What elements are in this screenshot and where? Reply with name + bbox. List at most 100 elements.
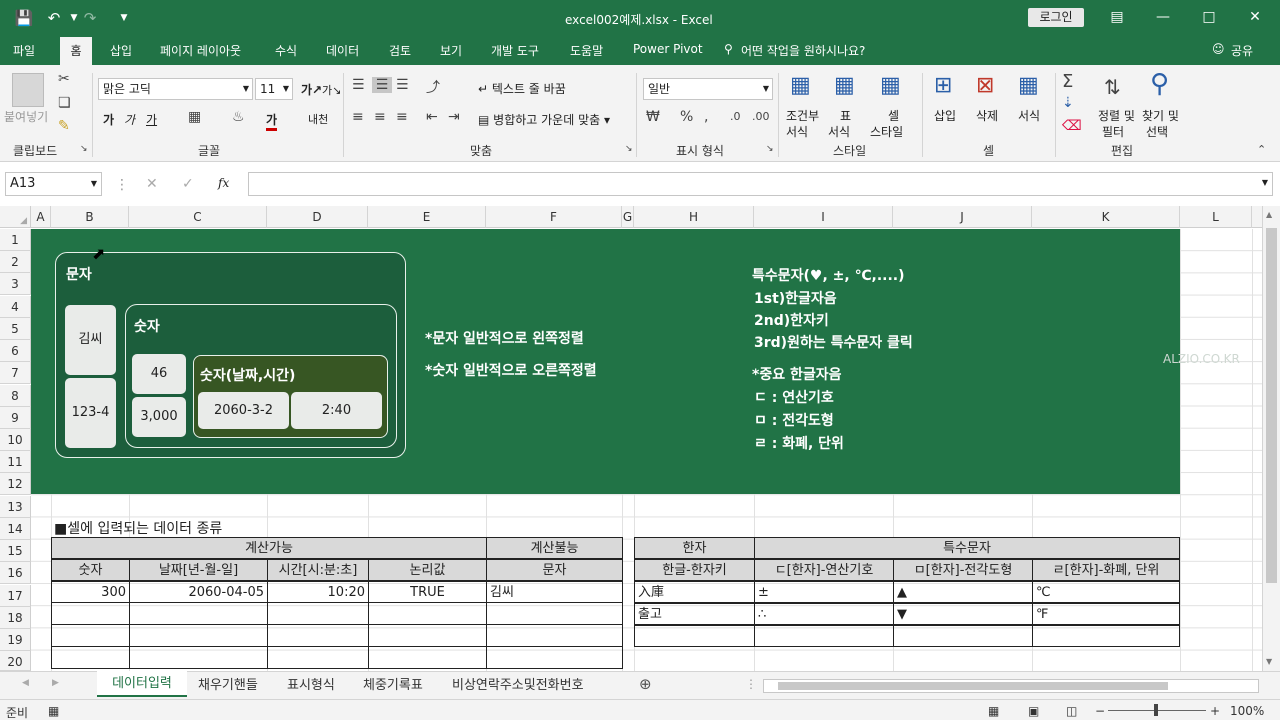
column-header[interactable]: L — [1180, 206, 1252, 228]
row-header[interactable]: 3 — [0, 273, 31, 295]
align-middle-icon[interactable]: ☰ — [372, 77, 392, 93]
tab-file[interactable]: 파일 — [13, 42, 35, 59]
page-layout-icon[interactable]: ▣ — [1028, 704, 1039, 718]
clear-icon[interactable]: ⌫ — [1062, 118, 1082, 134]
scroll-down-icon[interactable]: ▼ — [1266, 657, 1272, 666]
tell-me-search[interactable]: 어떤 작업을 원하시나요? — [741, 42, 865, 59]
table-cell[interactable]: ▲ — [893, 581, 1033, 603]
font-color-icon[interactable]: 가 — [266, 111, 278, 131]
row-header[interactable]: 2 — [0, 251, 31, 273]
row-header[interactable]: 12 — [0, 473, 31, 495]
redo-icon[interactable]: ↷ — [80, 9, 100, 27]
copy-icon[interactable]: ❏ — [58, 95, 71, 111]
ribbon-display-icon[interactable]: ▤ — [1102, 9, 1132, 25]
align-left-icon[interactable]: ≡ — [352, 109, 364, 125]
minimize-button[interactable]: — — [1148, 9, 1178, 25]
find-select-button[interactable]: 찾기 및 — [1142, 107, 1179, 124]
dialog-launcher-icon[interactable]: ↘ — [766, 144, 774, 154]
tab-page-layout[interactable]: 페이지 레이아웃 — [160, 42, 241, 59]
column-header[interactable]: C — [129, 206, 267, 228]
column-header[interactable]: K — [1032, 206, 1180, 228]
table-cell[interactable]: ∴ — [754, 603, 894, 625]
login-button[interactable]: 로그인 — [1028, 8, 1084, 27]
tab-formulas[interactable]: 수식 — [275, 42, 297, 59]
percent-icon[interactable]: % — [680, 109, 693, 125]
prev-sheet-icon[interactable]: ◀ — [22, 678, 29, 688]
paste-icon[interactable] — [12, 73, 44, 107]
format-as-table-button[interactable]: 표 — [840, 107, 851, 124]
comma-icon[interactable]: , — [704, 109, 708, 125]
column-header[interactable]: E — [368, 206, 486, 228]
row-header[interactable]: 5 — [0, 318, 31, 340]
merge-center-button[interactable]: ▤ 병합하고 가운데 맞춤 ▾ — [478, 111, 610, 128]
next-sheet-icon[interactable]: ▶ — [52, 678, 59, 688]
close-button[interactable]: ✕ — [1240, 9, 1270, 25]
scroll-up-icon[interactable]: ▲ — [1266, 210, 1272, 219]
tab-home[interactable]: 홈 — [60, 37, 92, 65]
macro-record-icon[interactable]: ▦ — [48, 704, 59, 718]
column-header[interactable]: D — [267, 206, 368, 228]
tab-insert[interactable]: 삽입 — [110, 42, 132, 59]
column-header[interactable]: A — [31, 206, 51, 228]
fill-color-icon[interactable]: ♨ — [232, 109, 245, 125]
table-cell[interactable]: ℉ — [1032, 603, 1180, 625]
share-button[interactable]: 공유 — [1231, 42, 1253, 59]
dialog-launcher-icon[interactable]: ↘ — [80, 144, 88, 154]
tab-power-pivot[interactable]: Power Pivot — [633, 42, 703, 56]
row-header[interactable]: 14 — [0, 518, 31, 540]
table-empty-rows[interactable] — [51, 603, 623, 669]
zoom-level[interactable]: 100% — [1230, 704, 1264, 718]
tab-data[interactable]: 데이터 — [326, 42, 359, 59]
row-header[interactable]: 6 — [0, 340, 31, 362]
table-cell[interactable] — [893, 625, 1033, 647]
zoom-in-icon[interactable]: + — [1210, 704, 1220, 718]
wrap-text-button[interactable]: ↵ 텍스트 줄 바꿈 — [478, 80, 566, 97]
table-cell[interactable]: 2060-04-05 — [129, 581, 268, 603]
format-cells-button[interactable]: 서식 — [1018, 107, 1040, 124]
align-bottom-icon[interactable]: ☰ — [396, 77, 409, 93]
dialog-launcher-icon[interactable]: ↘ — [625, 144, 633, 154]
cancel-icon[interactable]: ✕ — [146, 176, 158, 192]
row-header[interactable]: 16 — [0, 562, 31, 584]
format-painter-icon[interactable]: ✎ — [58, 118, 70, 134]
zoom-slider-thumb[interactable] — [1154, 704, 1158, 716]
row-header[interactable]: 20 — [0, 651, 31, 671]
font-size-select[interactable]: 11 ▼ — [255, 78, 293, 100]
column-header[interactable]: B — [51, 206, 129, 228]
table-cell[interactable]: 김씨 — [486, 581, 623, 603]
normal-view-icon[interactable]: ▦ — [988, 704, 999, 718]
cell-styles-button[interactable]: 셀 — [888, 107, 899, 124]
table-cell[interactable]: ± — [754, 581, 894, 603]
row-header[interactable]: 8 — [0, 385, 31, 407]
decrease-decimal-icon[interactable]: .00 — [752, 110, 770, 123]
table-cell[interactable] — [1032, 625, 1180, 647]
tab-help[interactable]: 도움말 — [570, 42, 603, 59]
column-header[interactable]: H — [634, 206, 754, 228]
select-all-corner[interactable]: ◢ — [0, 206, 31, 228]
shrink-font-icon[interactable]: 가↘ — [322, 82, 341, 98]
fill-icon[interactable]: ⇣ — [1062, 95, 1074, 111]
table-cell[interactable]: 300 — [51, 581, 130, 603]
table-cell[interactable]: 10:20 — [267, 581, 369, 603]
table-cell[interactable]: 출고 — [634, 603, 755, 625]
column-header[interactable]: J — [893, 206, 1032, 228]
row-header[interactable]: 19 — [0, 629, 31, 651]
column-header[interactable]: G — [622, 206, 634, 228]
table-cell[interactable]: ℃ — [1032, 581, 1180, 603]
align-top-icon[interactable]: ☰ — [352, 77, 365, 93]
table-cell[interactable]: 入庫 — [634, 581, 755, 603]
align-right-icon[interactable]: ≡ — [396, 109, 408, 125]
tab-developer[interactable]: 개발 도구 — [491, 42, 539, 59]
vertical-scrollbar[interactable]: ▲ ▼ — [1262, 206, 1280, 671]
sheet-tab[interactable]: 표시형식 — [287, 674, 335, 697]
insert-cells-button[interactable]: 삽입 — [934, 107, 956, 124]
grow-font-icon[interactable]: 가↗ — [301, 81, 322, 98]
sheet-tab[interactable]: 채우기핸들 — [198, 674, 258, 697]
table-cell[interactable]: ▼ — [893, 603, 1033, 625]
table-cell[interactable] — [754, 625, 894, 647]
row-header[interactable]: 13 — [0, 496, 31, 518]
scroll-thumb[interactable] — [1266, 228, 1277, 583]
insert-function-button[interactable]: fx — [218, 176, 229, 190]
undo-icon[interactable]: ↶ — [44, 9, 64, 27]
sheet-tab-active[interactable]: 데이터입력 — [97, 671, 187, 697]
